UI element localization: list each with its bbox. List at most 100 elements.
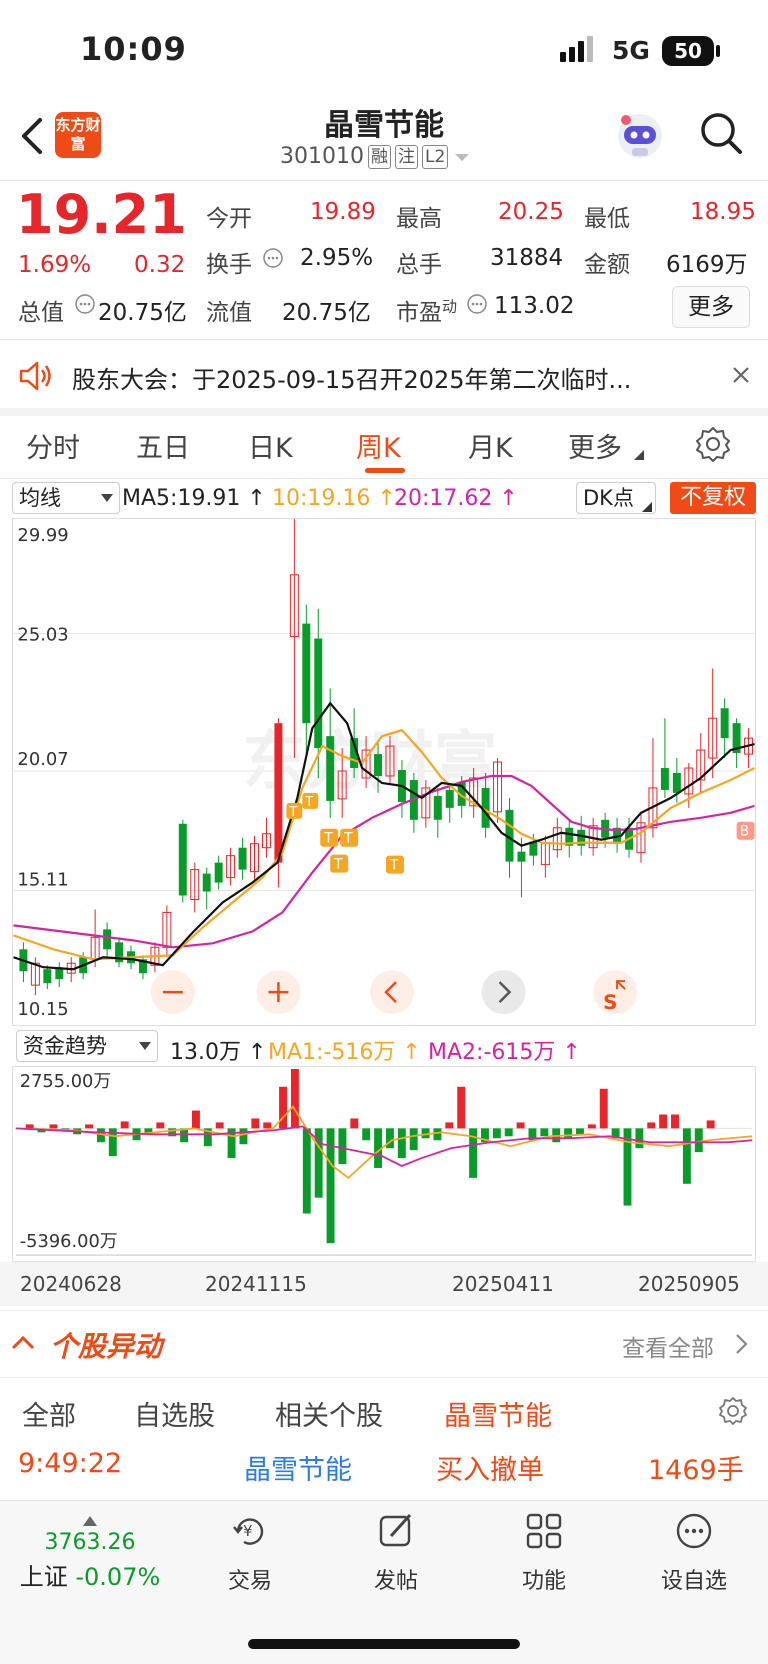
robot-assistant-icon[interactable] [612, 108, 668, 164]
svg-text:T: T [323, 831, 333, 847]
chevron-right-icon [736, 1334, 748, 1354]
pe-value: 113.02 [494, 293, 575, 319]
fund-y-max: 2755.00万 [20, 1071, 111, 1092]
chart-controls: S [150, 970, 637, 1014]
high-value: 20.25 [498, 199, 564, 225]
status-time: 10:09 [80, 30, 187, 68]
kline-chart[interactable]: 29.99 25.03 20.07 15.11 10.15 东方财富 T T T… [12, 518, 756, 1026]
status-bar: 10:09 5G 50 [0, 0, 768, 100]
ma5-label: MA5:19.91 ↑ [122, 486, 266, 511]
tag-l2: L2 [421, 144, 449, 169]
open-value: 19.89 [310, 199, 376, 225]
info-icon[interactable] [262, 247, 284, 269]
date-label: 20250905 [638, 1272, 740, 1296]
y-tick-label: 15.11 [17, 870, 68, 891]
amount-label: 金额 [584, 252, 630, 278]
y-tick-label: 25.03 [17, 625, 68, 646]
fund-trend-chart[interactable]: 2755.00万 -5396.00万 [12, 1066, 756, 1262]
dropdown-icon [455, 153, 470, 161]
stock-code-row[interactable]: 301010 融 注 L2 [280, 144, 472, 169]
info-icon[interactable] [74, 293, 96, 315]
chart-tabs: 分时 五日 日K 周K 月K 更多 [0, 412, 768, 479]
movement-time: 9:49:22 [18, 1448, 123, 1479]
turnover-label: 换手 [206, 252, 252, 278]
tab-more[interactable]: 更多 [568, 426, 622, 465]
network-label: 5G [612, 36, 650, 65]
apps-grid-icon [526, 1513, 562, 1549]
tab-weekly-k[interactable]: 周K [356, 426, 401, 465]
candles [19, 519, 754, 996]
gear-icon[interactable] [695, 426, 731, 462]
announcement-text: 股东大会：于2025-09-15召开2025年第二次临时... [72, 366, 632, 394]
post-button[interactable]: 发帖 [346, 1511, 446, 1595]
adjust-type-button[interactable]: 不复权 [670, 482, 756, 514]
active-tab-indicator [365, 468, 405, 473]
functions-button[interactable]: 功能 [494, 1511, 594, 1595]
home-indicator [248, 1639, 520, 1649]
amount-value: 6169万 [666, 252, 748, 278]
high-label: 最高 [396, 206, 442, 232]
view-all-link[interactable]: 查看全部 [622, 1329, 714, 1363]
tag-registered: 注 [394, 144, 418, 169]
index-line: 上证 -0.07% [19, 1563, 161, 1591]
movement-row[interactable]: 9:49:22 晶雪节能 买入撤单 1469手 [0, 1446, 768, 1500]
search-icon[interactable] [698, 110, 744, 156]
fund-bars [25, 1068, 715, 1244]
ma20-label: 20:17.62 ↑ [394, 486, 518, 511]
chevron-up-icon[interactable] [10, 1333, 36, 1351]
tab-intraday[interactable]: 分时 [26, 426, 80, 465]
movement-tab-related[interactable]: 相关个股 [275, 1394, 383, 1433]
pe-label: 市盈动 [396, 297, 458, 326]
tab-monthly-k[interactable]: 月K [468, 426, 513, 465]
index-ticker[interactable]: 3763.26 上证 -0.07% [0, 1511, 180, 1592]
stock-header: 东方财富 晶雪节能 301010 融 注 L2 [0, 100, 768, 181]
bottom-toolbar: 3763.26 上证 -0.07% ¥ 交易 发帖 功能 设自选 [0, 1500, 768, 1664]
date-label: 20241115 [205, 1272, 307, 1296]
more-button[interactable]: 更多 [672, 286, 750, 328]
tab-daily-k[interactable]: 日K [248, 426, 293, 465]
svg-text:T: T [288, 805, 297, 820]
y-tick-label: 20.07 [17, 749, 68, 770]
gear-icon[interactable] [718, 1396, 748, 1426]
add-watchlist-button[interactable]: 设自选 [644, 1511, 744, 1595]
fund-indicator-select[interactable]: 资金趋势 [16, 1030, 158, 1062]
announcement-bar[interactable]: 股东大会：于2025-09-15召开2025年第二次临时... [0, 342, 768, 416]
ma-legend-row: 均线 MA5:19.91 ↑ 10:19.16 ↑ 20:17.62 ↑ DK点… [0, 480, 768, 516]
indicator-select[interactable]: 均线 [12, 482, 120, 514]
svg-text:T: T [389, 858, 399, 874]
fund-ma1: MA1:-516万 ↑ [268, 1040, 421, 1065]
signal-icon [560, 36, 593, 62]
y-tick-label: 29.99 [17, 525, 68, 546]
caret-up-icon [83, 1516, 97, 1526]
y-tick-label: 10.15 [17, 999, 68, 1020]
movement-stock-name[interactable]: 晶雪节能 [244, 1448, 352, 1487]
volume-value: 31884 [490, 245, 564, 271]
stock-movement-header: 个股异动 查看全部 [0, 1310, 768, 1378]
yen-refresh-icon: ¥ [233, 1518, 264, 1545]
fund-ma2: MA2:-615万 ↑ [428, 1040, 581, 1065]
movement-action: 买入撤单 [436, 1455, 544, 1486]
date-label: 20240628 [20, 1272, 122, 1296]
chevron-down-icon [101, 494, 113, 502]
trade-button[interactable]: ¥ 交易 [200, 1511, 300, 1595]
movement-tab-all[interactable]: 全部 [22, 1394, 76, 1433]
date-label: 20250411 [452, 1272, 554, 1296]
index-value: 3763.26 [44, 1530, 136, 1555]
movement-tab-current[interactable]: 晶雪节能 [444, 1394, 552, 1433]
volume-label: 总手 [396, 252, 442, 278]
battery-icon: 50 [662, 36, 714, 66]
tag-margin: 融 [367, 144, 391, 169]
svg-text:S: S [603, 991, 617, 1014]
tab-five-day[interactable]: 五日 [136, 426, 190, 465]
movement-tab-watchlist[interactable]: 自选股 [134, 1394, 215, 1433]
speaker-icon [19, 361, 51, 391]
more-dots-icon [676, 1513, 712, 1549]
info-icon[interactable] [466, 293, 488, 315]
change-percent: 1.69% [18, 252, 92, 278]
last-price: 19.21 [16, 183, 187, 246]
close-icon[interactable] [730, 364, 752, 386]
turnover-value: 2.95% [300, 245, 374, 271]
ma10-label: 10:19.16 ↑ [272, 486, 396, 511]
fund-y-min: -5396.00万 [20, 1231, 118, 1252]
chevron-down-icon [139, 1042, 151, 1050]
